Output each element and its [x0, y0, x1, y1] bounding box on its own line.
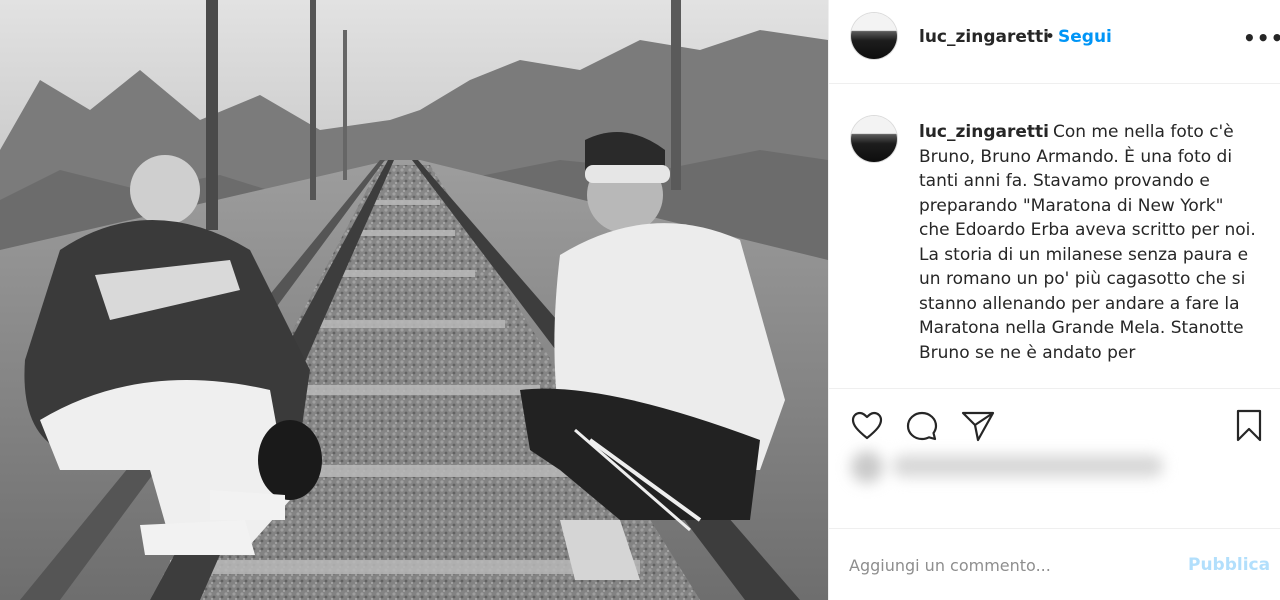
- follow-button[interactable]: Segui: [1058, 27, 1112, 47]
- caption: luc_zingaretti Con me nella foto c'è Brun…: [919, 120, 1259, 365]
- heart-icon[interactable]: [851, 411, 883, 441]
- comment-input[interactable]: [849, 551, 1169, 579]
- username-link[interactable]: luc_zingaretti: [919, 27, 1049, 47]
- post-photo[interactable]: [0, 0, 828, 600]
- instagram-post-view: luc_zingaretti • Segui ••• luc_zingarett…: [0, 0, 1280, 600]
- caption-section: luc_zingaretti Con me nella foto c'è Brun…: [829, 85, 1280, 388]
- separator-dot: •: [1045, 27, 1056, 47]
- bookmark-icon[interactable]: [1235, 409, 1263, 442]
- photo-illustration: [0, 0, 828, 600]
- caption-avatar[interactable]: [851, 116, 897, 162]
- publish-button[interactable]: Pubblica: [1188, 555, 1270, 575]
- more-options-icon[interactable]: •••: [1243, 26, 1280, 50]
- post-sidebar: luc_zingaretti • Segui ••• luc_zingarett…: [828, 0, 1280, 600]
- comment-bar: Pubblica: [829, 528, 1280, 600]
- avatar[interactable]: [851, 13, 897, 59]
- action-bar: [829, 388, 1280, 528]
- comment-bubble-icon[interactable]: [905, 410, 939, 442]
- caption-text: Con me nella foto c'è Bruno, Bruno Arman…: [919, 122, 1256, 363]
- blurred-likes: [851, 451, 1163, 483]
- post-header: luc_zingaretti • Segui •••: [829, 0, 1280, 84]
- paper-plane-icon[interactable]: [961, 410, 995, 442]
- caption-username[interactable]: luc_zingaretti: [919, 122, 1049, 142]
